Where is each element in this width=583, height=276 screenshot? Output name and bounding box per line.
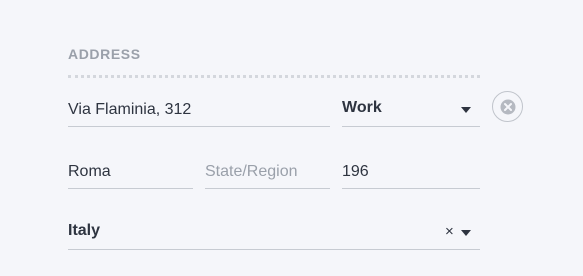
section-title: ADDRESS: [68, 46, 141, 62]
caret-down-icon: [461, 107, 471, 113]
country-select[interactable]: Italy ×: [68, 216, 480, 250]
state-field: [205, 155, 330, 189]
remove-address-button[interactable]: [492, 91, 523, 122]
street-input[interactable]: [68, 93, 330, 126]
close-circle-icon: [500, 99, 515, 114]
street-field: [68, 93, 330, 127]
city-field: [68, 155, 193, 189]
country-value: Italy: [68, 222, 101, 239]
city-input[interactable]: [68, 155, 193, 188]
caret-down-icon: [461, 230, 471, 236]
postal-code-field: [342, 155, 480, 189]
state-input[interactable]: [205, 155, 330, 188]
postal-code-input[interactable]: [342, 155, 480, 188]
address-type-value: Work: [342, 99, 382, 116]
section-divider: [68, 75, 480, 78]
clear-country-icon[interactable]: ×: [445, 222, 454, 242]
address-type-select[interactable]: Work: [342, 93, 480, 127]
